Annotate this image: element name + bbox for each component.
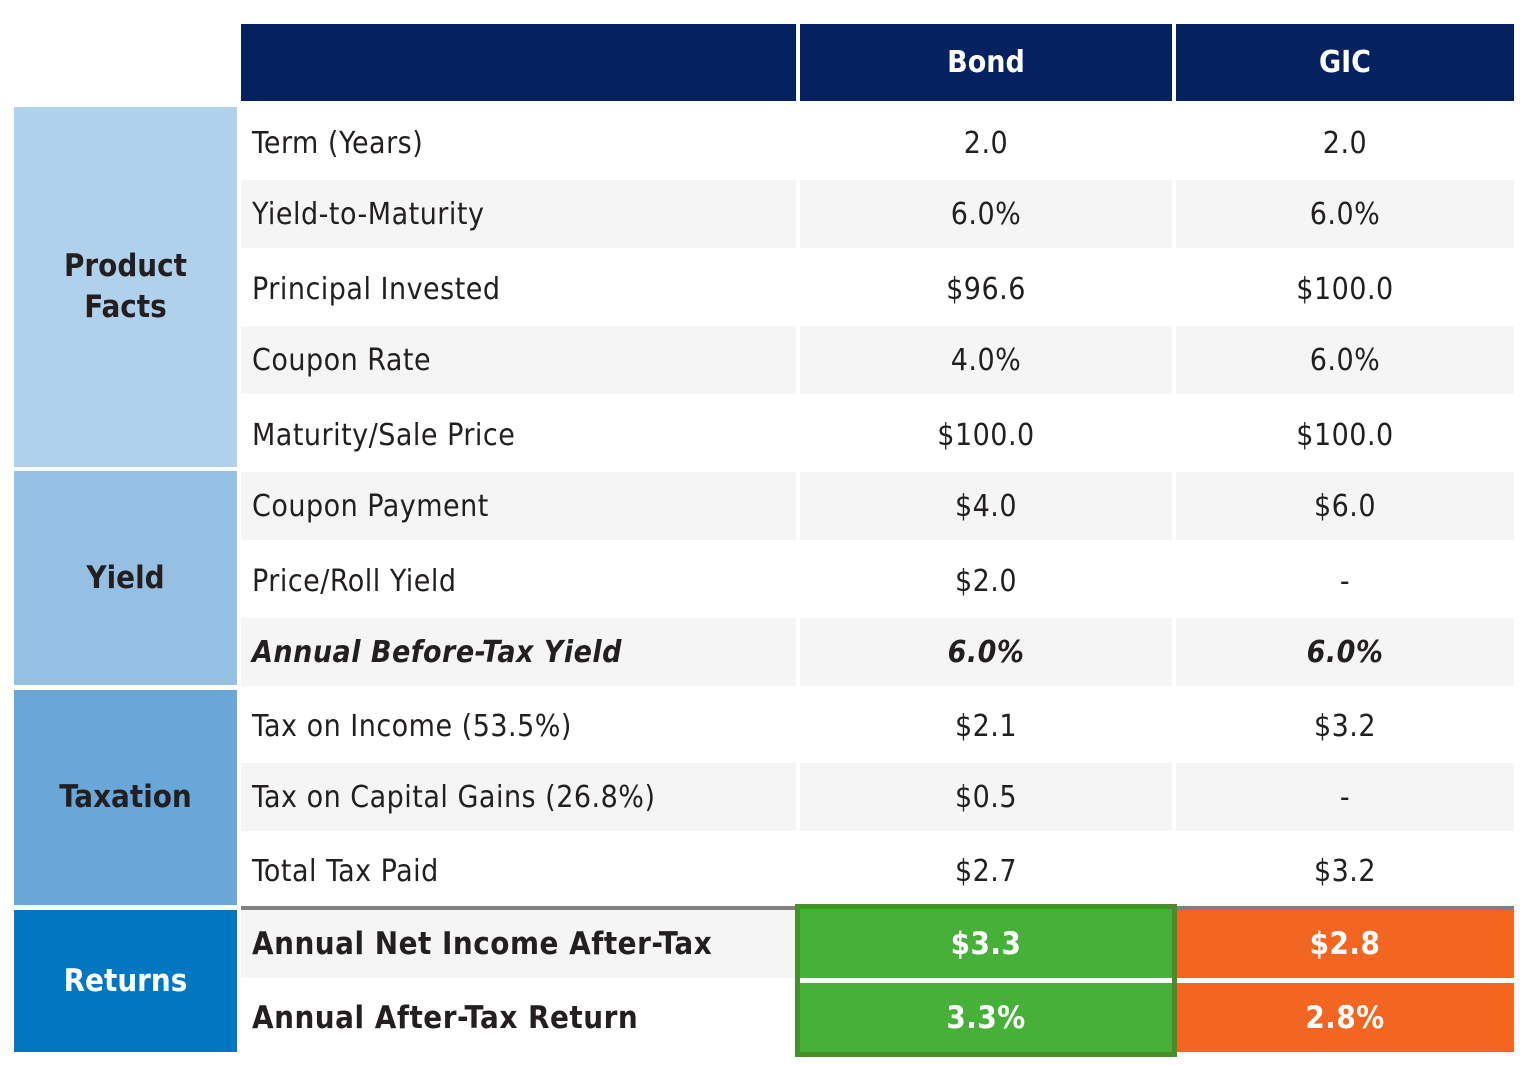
- group-product-facts-line1: Product: [63, 248, 188, 284]
- row-term-bond: 2.0: [963, 126, 1009, 161]
- row-yield-to-maturity-bond: 6.0%: [800, 180, 1172, 248]
- row-price-roll-yield-bond: $2.0: [954, 564, 1018, 599]
- row-tax-on-income-label: Tax on Income (53.5%): [252, 709, 572, 744]
- row-coupon-rate-gic: 6.0%: [1176, 326, 1514, 394]
- group-returns: Returns: [14, 910, 237, 1052]
- row-total-tax-paid-bond: $2.7: [954, 853, 1018, 889]
- row-coupon-payment-label: Coupon Payment: [241, 472, 796, 540]
- column-header-gic: GIC: [1176, 24, 1514, 101]
- row-coupon-payment-gic: $6.0: [1176, 472, 1514, 540]
- row-tax-on-capital-gains-label: Tax on Capital Gains (26.8%): [241, 763, 796, 831]
- row-term-label: Term (Years): [252, 126, 424, 161]
- gic-net-income-highlight: $2.8: [1176, 910, 1514, 978]
- group-product-facts: Product Facts: [14, 107, 237, 467]
- header-label-cell: [241, 24, 796, 101]
- row-tax-on-capital-gains-gic: -: [1176, 763, 1514, 831]
- row-maturity-sale-price-bond: $100.0: [937, 418, 1035, 453]
- row-annual-before-tax-yield-gic: 6.0%: [1176, 618, 1514, 686]
- row-principal-invested-bond: $96.6: [946, 272, 1026, 307]
- row-annual-before-tax-yield-bond: 6.0%: [800, 618, 1172, 686]
- row-total-tax-paid-gic: $3.2: [1313, 853, 1377, 889]
- row-price-roll-yield-gic: -: [1339, 564, 1351, 599]
- gic-after-tax-return-highlight: 2.8%: [1176, 983, 1514, 1052]
- row-coupon-rate-bond: 4.0%: [800, 326, 1172, 394]
- row-principal-invested-label: Principal Invested: [252, 272, 501, 307]
- row-tax-on-capital-gains-bond: $0.5: [800, 763, 1172, 831]
- row-tax-on-income-bond: $2.1: [954, 709, 1018, 744]
- row-coupon-payment-bond: $4.0: [800, 472, 1172, 540]
- row-annual-before-tax-yield-label: Annual Before-Tax Yield: [241, 618, 796, 686]
- row-coupon-rate-label: Coupon Rate: [241, 326, 796, 394]
- row-tax-on-income-gic: $3.2: [1313, 709, 1377, 744]
- row-price-roll-yield-label: Price/Roll Yield: [252, 564, 457, 599]
- bond-winner-outline: [795, 904, 1177, 1057]
- group-product-facts-line2: Facts: [84, 289, 167, 325]
- row-maturity-sale-price-gic: $100.0: [1296, 418, 1394, 453]
- group-yield: Yield: [14, 471, 237, 685]
- row-principal-invested-gic: $100.0: [1296, 272, 1394, 307]
- row-annual-net-income-after-tax-label: Annual Net Income After-Tax: [241, 910, 796, 978]
- column-header-bond: Bond: [800, 24, 1172, 101]
- row-total-tax-paid-label: Total Tax Paid: [252, 853, 439, 889]
- group-taxation: Taxation: [14, 690, 237, 905]
- row-yield-to-maturity-gic: 6.0%: [1176, 180, 1514, 248]
- row-annual-after-tax-return-label: Annual After-Tax Return: [252, 999, 639, 1036]
- row-yield-to-maturity-label: Yield-to-Maturity: [241, 180, 796, 248]
- row-term-gic: 2.0: [1322, 126, 1368, 161]
- row-maturity-sale-price-label: Maturity/Sale Price: [252, 418, 516, 453]
